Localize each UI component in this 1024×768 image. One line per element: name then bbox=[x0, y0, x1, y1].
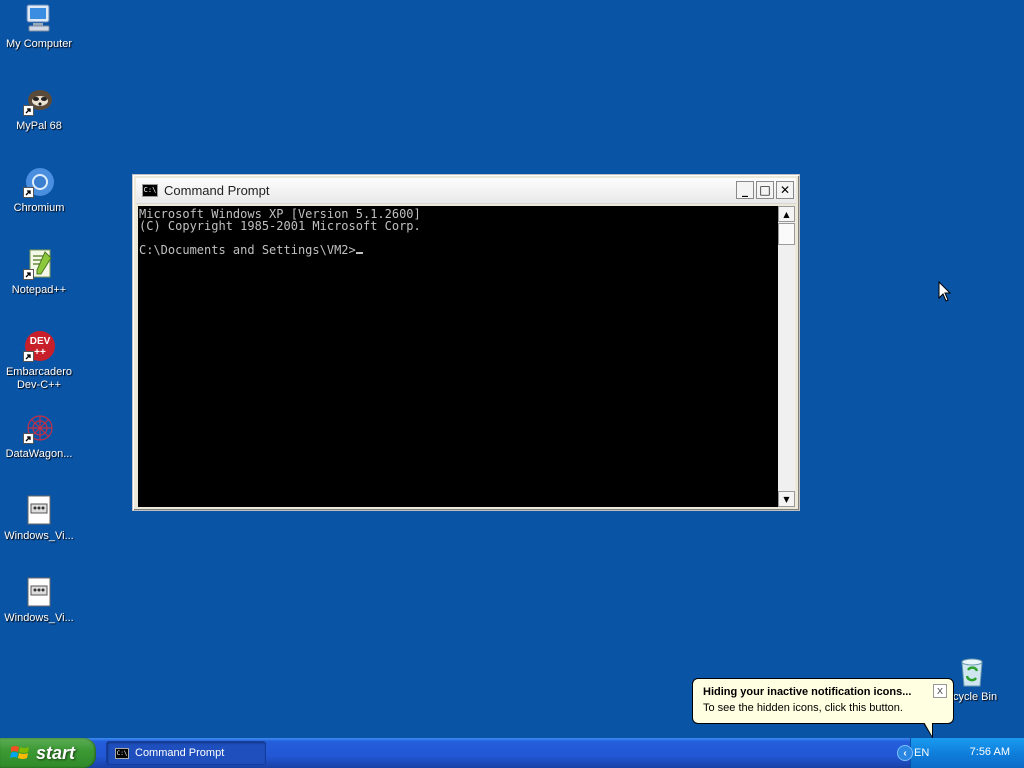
console-prompt-line: C:\Documents and Settings\VM2> bbox=[139, 244, 777, 256]
desktop-icon-label: Notepad++ bbox=[11, 284, 67, 296]
scroll-up-button[interactable]: ▲ bbox=[778, 206, 795, 222]
balloon-title: Hiding your inactive notification icons.… bbox=[703, 686, 912, 698]
window-title: Command Prompt bbox=[164, 183, 270, 198]
desktop-icon-label: My Computer bbox=[5, 38, 73, 50]
document-icon bbox=[23, 576, 55, 608]
desktop-icon-label: Embarcadero Dev-C++ bbox=[5, 366, 73, 391]
shortcut-arrow-icon bbox=[23, 187, 34, 198]
shortcut-arrow-icon bbox=[23, 351, 34, 362]
desktop-icon-windows-vi-1[interactable]: Windows_Vi... bbox=[1, 494, 77, 543]
devcpp-icon: DEV ++ bbox=[23, 330, 55, 362]
taskbar-item-label: Command Prompt bbox=[135, 747, 225, 759]
console-output[interactable]: Microsoft Windows XP [Version 5.1.2600](… bbox=[138, 206, 778, 507]
text-cursor bbox=[355, 252, 363, 254]
show-hidden-icons-button[interactable]: ‹ bbox=[897, 745, 913, 761]
start-label: start bbox=[36, 742, 76, 763]
mypal-icon bbox=[23, 84, 55, 116]
notification-balloon[interactable]: Hiding your inactive notification icons.… bbox=[692, 678, 954, 739]
clock[interactable]: 7:56 AM bbox=[970, 746, 1010, 758]
shortcut-arrow-icon bbox=[23, 105, 34, 116]
chromium-icon bbox=[23, 166, 55, 198]
shortcut-arrow-icon bbox=[23, 269, 34, 280]
mouse-pointer-icon bbox=[938, 280, 952, 306]
desktop-icon-notepadpp[interactable]: Notepad++ bbox=[1, 248, 77, 297]
taskbar: start C:\ Command Prompt ‹ 7:56 AM bbox=[0, 738, 1024, 768]
vertical-scrollbar[interactable]: ▲ ▼ bbox=[778, 206, 795, 507]
taskbar-item-command-prompt[interactable]: C:\ Command Prompt bbox=[106, 741, 266, 765]
console-line: (C) Copyright 1985-2001 Microsoft Corp. bbox=[139, 219, 421, 233]
svg-text:++: ++ bbox=[34, 347, 46, 358]
title-bar[interactable]: C:\ Command Prompt _ □ ✕ bbox=[136, 178, 796, 204]
language-indicator[interactable]: EN bbox=[914, 747, 929, 759]
balloon-tail-fill bbox=[924, 722, 932, 736]
minimize-button[interactable]: _ bbox=[736, 181, 754, 199]
desktop-icon-my-computer[interactable]: My Computer bbox=[1, 2, 77, 51]
cmd-icon: C:\ bbox=[142, 184, 158, 197]
desktop-icon-windows-vi-2[interactable]: Windows_Vi... bbox=[1, 576, 77, 625]
desktop-icon-label: Chromium bbox=[13, 202, 65, 214]
balloon-close-button[interactable]: x bbox=[933, 684, 947, 698]
desktop-icon-chromium[interactable]: Chromium bbox=[1, 166, 77, 215]
desktop-icon-datawagon[interactable]: DataWagon... bbox=[1, 412, 77, 461]
notepadpp-icon bbox=[23, 248, 55, 280]
scroll-thumb[interactable] bbox=[778, 223, 795, 245]
maximize-button[interactable]: □ bbox=[756, 181, 774, 199]
start-button[interactable]: start bbox=[0, 738, 96, 768]
desktop-icon-mypal[interactable]: MyPal 68 bbox=[1, 84, 77, 133]
desktop-icon-label: MyPal 68 bbox=[16, 120, 62, 132]
desktop-icon-label: ecycle Bin bbox=[946, 691, 998, 703]
desktop-icon-devcpp[interactable]: DEV ++ Embarcadero Dev-C++ bbox=[1, 330, 77, 392]
close-button[interactable]: ✕ bbox=[776, 181, 794, 199]
shortcut-arrow-icon bbox=[23, 433, 34, 444]
datawagon-icon bbox=[23, 412, 55, 444]
command-prompt-window[interactable]: C:\ Command Prompt _ □ ✕ Microsoft Windo… bbox=[132, 174, 800, 511]
windows-flag-icon bbox=[10, 746, 29, 759]
scroll-down-button[interactable]: ▼ bbox=[778, 491, 795, 507]
document-icon bbox=[23, 494, 55, 526]
svg-text:DEV: DEV bbox=[30, 336, 51, 347]
balloon-body: To see the hidden icons, click this butt… bbox=[703, 702, 903, 714]
console-prompt: C:\Documents and Settings\VM2> bbox=[139, 243, 356, 257]
desktop-icon-label: Windows_Vi... bbox=[4, 612, 74, 624]
my-computer-icon bbox=[23, 2, 55, 34]
cmd-icon: C:\ bbox=[115, 747, 129, 759]
desktop-icon-label: Windows_Vi... bbox=[4, 530, 74, 542]
recycle-bin-icon bbox=[956, 656, 988, 688]
desktop-icon-label: DataWagon... bbox=[5, 448, 73, 460]
